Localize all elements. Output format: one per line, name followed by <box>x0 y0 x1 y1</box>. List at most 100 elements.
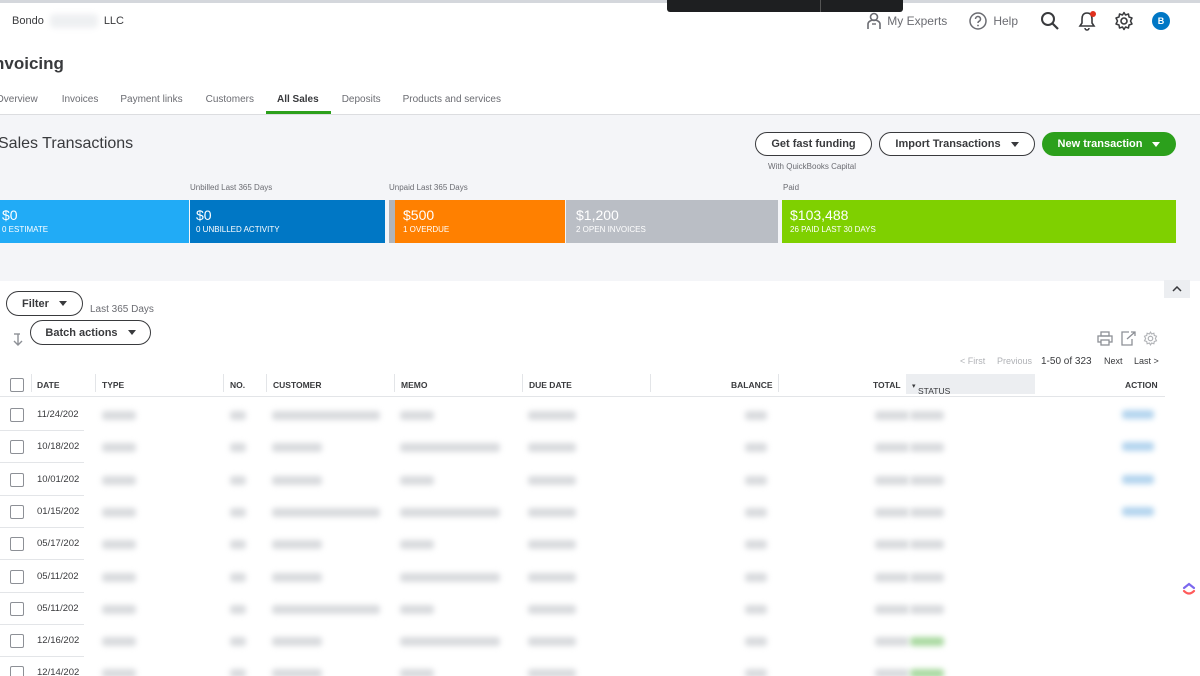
column-header-total[interactable]: TOTAL <box>873 380 901 390</box>
column-header-status[interactable]: STATUS ▾ <box>906 374 1035 396</box>
settings-button[interactable] <box>1114 11 1134 31</box>
overlay-tab-separator <box>820 0 821 12</box>
table-row[interactable]: 10/18/202 <box>0 431 1165 463</box>
company-name-suffix: LLC <box>103 15 124 27</box>
column-header-no[interactable]: NO. <box>230 380 245 390</box>
collapse-summary-button[interactable] <box>1164 280 1190 298</box>
row-action-link[interactable] <box>1122 475 1154 484</box>
filter-label: Filter <box>22 297 49 310</box>
paid-block[interactable]: $103,488 26 PAID LAST 30 DAYS <box>782 200 1176 243</box>
open-invoices-block[interactable]: $1,200 2 OPEN INVOICES <box>566 200 778 243</box>
row-checkbox[interactable] <box>10 473 24 487</box>
table-row[interactable]: 10/01/202 <box>0 464 1165 496</box>
get-fast-funding-button[interactable]: Get fast funding <box>755 132 872 156</box>
row-checkbox[interactable] <box>10 505 24 519</box>
row-date: 11/24/202 <box>37 409 79 420</box>
my-experts-link[interactable]: My Experts <box>867 12 947 30</box>
print-icon[interactable] <box>1097 331 1113 346</box>
redacted-cell <box>745 540 767 549</box>
tab-deposits[interactable]: Deposits <box>331 88 403 114</box>
column-header-memo[interactable]: MEMO <box>401 380 427 390</box>
paid-caption: 26 PAID LAST 30 DAYS <box>790 225 876 234</box>
sort-arrow-icon[interactable] <box>12 333 24 347</box>
row-checkbox[interactable] <box>10 570 24 584</box>
table-row[interactable]: 12/14/202 <box>0 657 1165 676</box>
redacted-cell <box>528 573 576 582</box>
redacted-cell <box>910 443 944 452</box>
estimate-block[interactable]: $0 0 ESTIMATE <box>0 200 189 243</box>
table-row[interactable]: 12/16/202 <box>0 625 1165 657</box>
unbilled-label: Unbilled Last 365 Days <box>190 183 273 192</box>
company-name[interactable]: Bondo LLC <box>12 14 124 28</box>
new-transaction-label: New transaction <box>1057 138 1143 150</box>
tab-invoices[interactable]: Invoices <box>62 88 121 114</box>
table-settings-gear-icon[interactable] <box>1143 331 1158 346</box>
redacted-cell <box>400 637 500 646</box>
redacted-cell <box>102 508 136 517</box>
funding-note: With QuickBooks Capital <box>768 162 857 171</box>
table-row[interactable]: 05/11/202 <box>0 593 1165 625</box>
row-checkbox[interactable] <box>10 408 24 422</box>
column-separator <box>266 374 267 392</box>
page-title: nvoicing <box>0 54 64 73</box>
column-header-due-date[interactable]: DUE DATE <box>529 380 572 390</box>
column-header-date[interactable]: DATE <box>37 380 60 390</box>
notifications-button[interactable] <box>1078 11 1096 31</box>
select-all-checkbox[interactable] <box>10 378 24 392</box>
redacted-cell <box>875 443 909 452</box>
row-checkbox[interactable] <box>10 634 24 648</box>
row-action-link[interactable] <box>1122 410 1154 419</box>
pager-next[interactable]: Next <box>1104 356 1123 366</box>
clickup-logo-icon[interactable] <box>1182 578 1196 596</box>
table-row[interactable]: 01/15/202 <box>0 496 1165 528</box>
redacted-cell <box>528 476 576 485</box>
tab-customers[interactable]: Customers <box>206 88 270 114</box>
export-icon[interactable] <box>1120 331 1136 346</box>
row-date: 10/18/202 <box>37 441 80 452</box>
redacted-cell <box>910 476 944 485</box>
tab-overview[interactable]: Overview <box>0 88 62 114</box>
column-header-type[interactable]: TYPE <box>102 380 124 390</box>
table-row[interactable]: 05/17/202 <box>0 528 1165 560</box>
company-name-prefix: Bondo <box>12 15 44 27</box>
overdue-block[interactable]: $500 1 OVERDUE <box>395 200 565 243</box>
row-divider <box>0 462 84 463</box>
pager-previous[interactable]: Previous <box>997 356 1032 366</box>
redacted-cell <box>910 540 944 549</box>
section-title: Sales Transactions <box>0 135 134 152</box>
row-action-link[interactable] <box>1122 442 1154 451</box>
new-transaction-button[interactable]: New transaction <box>1042 132 1176 156</box>
estimate-caption: 0 ESTIMATE <box>2 225 49 234</box>
redacted-cell <box>102 443 136 452</box>
unbilled-activity-block[interactable]: $0 0 UNBILLED ACTIVITY <box>190 200 385 243</box>
row-checkbox[interactable] <box>10 666 24 676</box>
redacted-cell <box>230 540 246 549</box>
search-button[interactable] <box>1040 11 1060 31</box>
redacted-cell <box>230 669 246 676</box>
table-row[interactable]: 11/24/202 <box>0 399 1165 431</box>
column-header-customer[interactable]: CUSTOMER <box>273 380 322 390</box>
row-checkbox[interactable] <box>10 537 24 551</box>
redacted-cell <box>102 573 136 582</box>
redacted-cell <box>272 573 322 582</box>
user-avatar[interactable]: B <box>1152 12 1170 30</box>
batch-actions-button[interactable]: Batch actions <box>30 320 151 345</box>
tab-all-sales[interactable]: All Sales <box>265 88 331 114</box>
redacted-cell <box>272 637 322 646</box>
tab-products-and-services[interactable]: Products and services <box>403 88 512 114</box>
import-transactions-button[interactable]: Import Transactions <box>879 132 1035 156</box>
tab-payment-links[interactable]: Payment links <box>120 88 205 114</box>
column-separator <box>778 374 779 392</box>
redacted-cell <box>230 443 246 452</box>
table-row[interactable]: 05/11/202 <box>0 561 1165 593</box>
pager-last[interactable]: Last > <box>1134 356 1159 366</box>
row-checkbox[interactable] <box>10 602 24 616</box>
chevron-down-icon <box>58 301 67 306</box>
row-checkbox[interactable] <box>10 440 24 454</box>
redacted-cell <box>102 411 136 420</box>
filter-button[interactable]: Filter <box>6 291 83 316</box>
pager-first[interactable]: < First <box>960 356 985 366</box>
column-header-balance[interactable]: BALANCE <box>731 380 773 390</box>
row-action-link[interactable] <box>1122 507 1154 516</box>
help-link[interactable]: Help <box>969 12 1018 30</box>
